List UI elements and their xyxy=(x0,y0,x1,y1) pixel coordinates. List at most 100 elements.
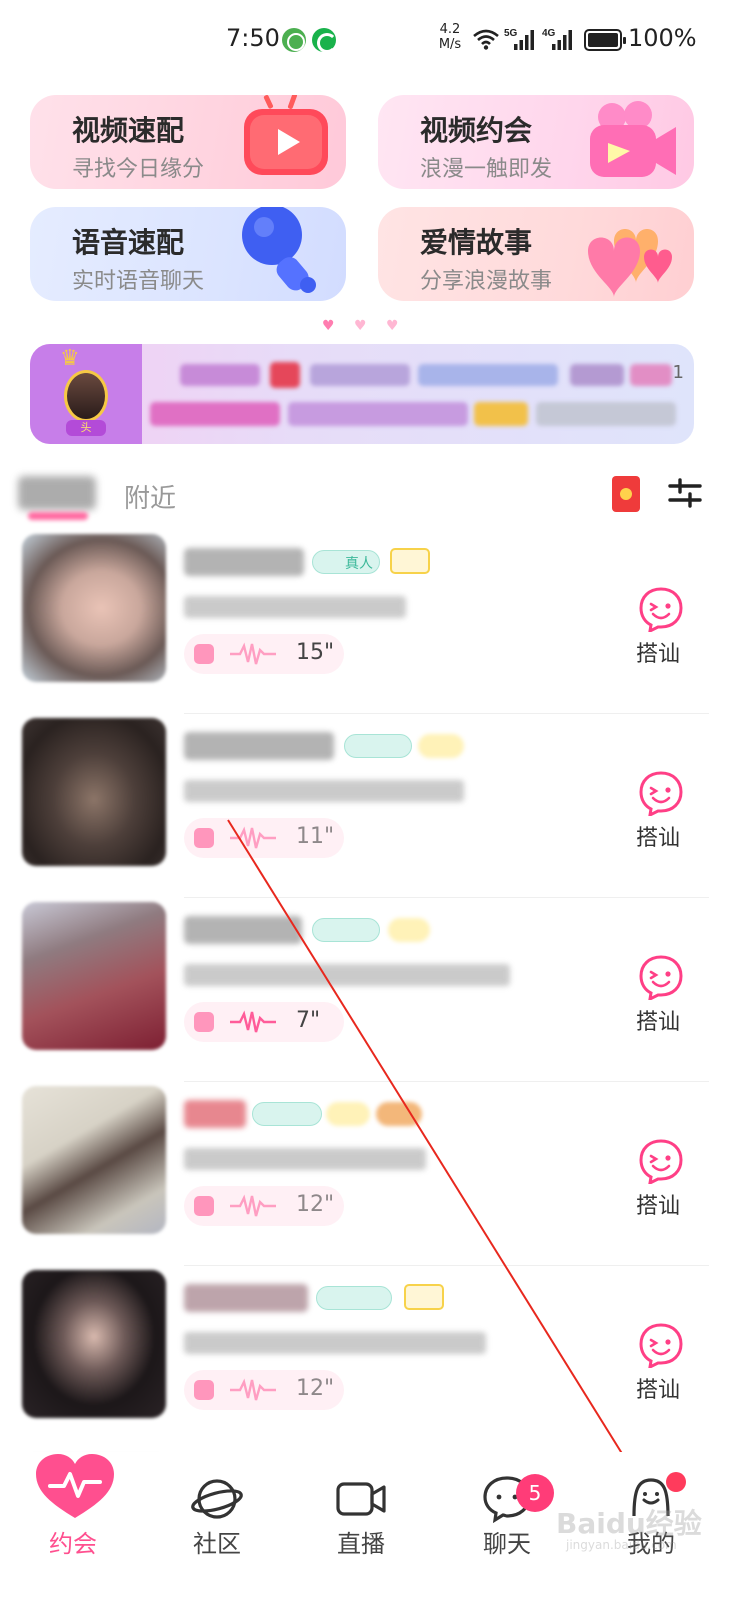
watermark-subtext: jingyan.baidu.com xyxy=(566,1538,677,1552)
verified-badge: 真人 xyxy=(312,550,380,574)
live-camera-icon xyxy=(336,1482,386,1516)
waveform-icon xyxy=(230,1194,276,1217)
greet-button[interactable]: 搭讪 xyxy=(630,1322,694,1406)
feature-title: 爱情故事 xyxy=(420,226,533,259)
nav-label: 社区 xyxy=(193,1530,241,1558)
user-card[interactable]: 7" 搭讪 xyxy=(0,898,739,1082)
nav-label: 聊天 xyxy=(483,1530,531,1558)
verified-badge xyxy=(316,1286,392,1310)
feature-title: 视频约会 xyxy=(420,114,533,147)
greet-button-label: 搭讪 xyxy=(636,642,681,667)
signal-4g-icon: 4G xyxy=(542,28,572,50)
voice-duration: 7" xyxy=(296,1008,321,1033)
hearts-icon xyxy=(588,229,672,297)
greet-button[interactable]: 搭讪 xyxy=(630,1138,694,1222)
tab-recommend[interactable] xyxy=(18,474,102,520)
wink-face-icon xyxy=(639,587,683,632)
signal-5g-icon: 5G xyxy=(504,28,534,50)
wink-face-icon xyxy=(639,1139,683,1184)
baidu-watermark: Baidu经验 jingyan.baidu.com xyxy=(556,1500,726,1560)
greet-button[interactable]: 搭讪 xyxy=(630,954,694,1038)
greet-button[interactable]: 搭讪 xyxy=(630,586,694,670)
level-badge xyxy=(418,734,464,758)
nav-chat[interactable]: 聊天 xyxy=(452,1452,562,1600)
globe-icon xyxy=(282,28,306,52)
battery-percent: 100% xyxy=(628,24,697,52)
chat-unread-badge: 5 xyxy=(516,1474,554,1512)
play-tv-icon xyxy=(244,95,328,175)
user-info xyxy=(184,596,406,618)
network-speed-value: 4.2 xyxy=(439,22,461,37)
battery-icon xyxy=(584,29,626,51)
tab-recommend-label xyxy=(18,476,96,510)
feature-subtitle: 寻找今日缘分 xyxy=(72,157,205,182)
banner-blurred-text xyxy=(310,364,410,386)
heart-pulse-icon xyxy=(36,1454,114,1518)
feature-card-video-date[interactable]: 视频约会 浪漫一触即发 xyxy=(378,95,694,189)
watermark-text: Baidu经验 xyxy=(556,1507,702,1540)
waveform-icon xyxy=(230,1010,276,1033)
user-card[interactable]: 12" 搭讪 xyxy=(0,1266,739,1450)
nav-community[interactable]: 社区 xyxy=(162,1452,272,1600)
level-badge xyxy=(326,1102,370,1126)
tab-active-indicator xyxy=(28,512,88,520)
greet-button[interactable]: 搭讪 xyxy=(630,770,694,854)
user-card[interactable]: 12" 搭讪 xyxy=(0,1082,739,1266)
banner-blurred-text xyxy=(630,364,672,386)
user-name xyxy=(184,548,304,576)
user-name xyxy=(184,916,302,944)
video-camera-icon xyxy=(590,101,676,177)
voice-intro[interactable]: 15" xyxy=(184,634,344,674)
nav-dating[interactable]: 约会 xyxy=(18,1452,128,1600)
avatar[interactable] xyxy=(22,1086,166,1234)
avatar[interactable] xyxy=(22,718,166,866)
play-icon xyxy=(194,1380,214,1400)
wink-face-icon xyxy=(639,1323,683,1368)
red-packet-icon[interactable] xyxy=(612,476,640,512)
tab-nearby[interactable]: 附近 xyxy=(124,478,176,515)
banner-number: 1 xyxy=(672,362,684,383)
microphone-icon xyxy=(242,207,316,293)
verified-badge-label: 真人 xyxy=(345,556,373,572)
heart-dot-icon: ♥ xyxy=(386,318,399,334)
verified-badge xyxy=(252,1102,322,1126)
feature-card-voice-match[interactable]: 语音速配 实时语音聊天 xyxy=(30,207,346,301)
user-name xyxy=(184,1100,246,1128)
user-info xyxy=(184,1148,426,1170)
feature-card-love-story[interactable]: 爱情故事 分享浪漫故事 xyxy=(378,207,694,301)
play-icon xyxy=(194,644,214,664)
waveform-icon xyxy=(230,1378,276,1401)
voice-intro[interactable]: 12" xyxy=(184,1186,344,1226)
network-speed: 4.2 M/s xyxy=(434,22,466,52)
banner-blurred-text xyxy=(474,402,528,426)
verified-badge xyxy=(344,734,412,758)
voice-duration: 11" xyxy=(296,824,335,849)
banner-avatar-tag: 头 xyxy=(66,420,106,436)
avatar[interactable] xyxy=(22,1270,166,1418)
wifi-icon xyxy=(473,29,499,50)
nav-label: 直播 xyxy=(337,1530,385,1558)
nav-live[interactable]: 直播 xyxy=(306,1452,416,1600)
banner-blurred-text xyxy=(570,364,624,386)
voice-intro[interactable]: 7" xyxy=(184,1002,344,1042)
voice-duration: 12" xyxy=(296,1376,335,1401)
play-icon xyxy=(194,1196,214,1216)
user-card[interactable]: 11" 搭讪 xyxy=(0,714,739,898)
signal-5g-label: 5G xyxy=(504,28,518,39)
wink-face-icon xyxy=(639,771,683,816)
carousel-dots: ♥ ♥ ♥ xyxy=(322,318,406,334)
banner-avatar-photo xyxy=(64,370,108,422)
voice-intro[interactable]: 11" xyxy=(184,818,344,858)
filter-icon[interactable] xyxy=(668,476,702,510)
play-icon xyxy=(194,828,214,848)
promo-banner[interactable]: ♛ 头 1 xyxy=(30,344,694,444)
level-badge xyxy=(388,918,430,942)
voice-intro[interactable]: 12" xyxy=(184,1370,344,1410)
feature-card-video-match[interactable]: 视频速配 寻找今日缘分 xyxy=(30,95,346,189)
avatar[interactable] xyxy=(22,534,166,682)
user-name xyxy=(184,732,334,760)
avatar[interactable] xyxy=(22,902,166,1050)
user-card[interactable]: 真人 15" 搭讪 xyxy=(0,530,739,714)
wink-face-icon xyxy=(639,955,683,1000)
banner-blurred-text xyxy=(418,364,558,386)
